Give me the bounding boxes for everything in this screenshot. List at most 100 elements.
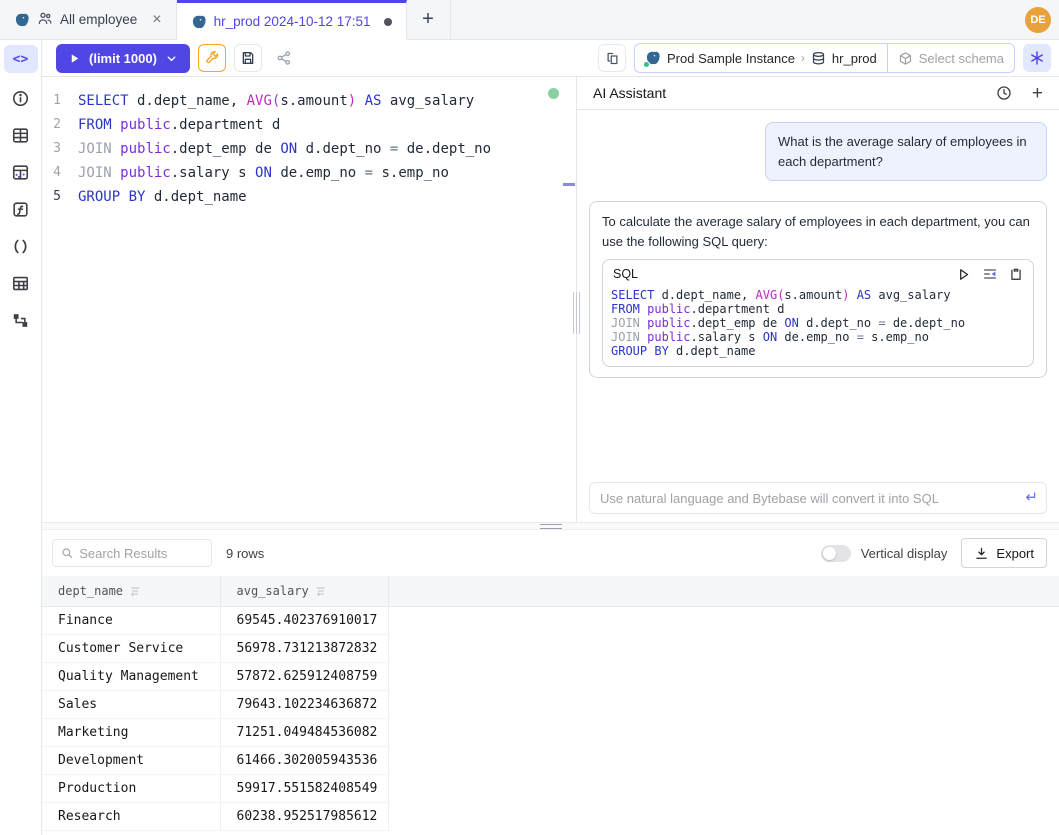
admin-mode-button[interactable] — [198, 44, 226, 72]
tab-hr-prod[interactable]: hr_prod 2024-10-12 17:51 — [177, 0, 407, 40]
table-row[interactable]: Quality Management57872.625912408759 — [42, 662, 1059, 690]
horizontal-resize-handle[interactable] — [540, 524, 562, 529]
app-body: <> (limit 1000) — [0, 40, 1059, 835]
new-tab-button[interactable]: + — [407, 0, 451, 39]
close-icon[interactable]: × — [152, 12, 161, 28]
instance-database-selector[interactable]: Prod Sample Instance › hr_prod — [635, 44, 887, 72]
format-sheet-button[interactable] — [598, 44, 626, 72]
code-card-header: SQL — [603, 260, 1033, 285]
export-button[interactable]: Export — [961, 538, 1047, 568]
vertical-resize-handle[interactable] — [573, 292, 574, 334]
assistant-message-bubble: To calculate the average salary of emplo… — [589, 201, 1047, 378]
copy-icon — [1009, 267, 1023, 281]
editor-line[interactable]: 1SELECT d.dept_name, AVG(s.amount) AS av… — [42, 89, 576, 113]
tab-label: hr_prod 2024-10-12 17:51 — [214, 14, 371, 29]
status-dot-green — [643, 61, 650, 68]
table-row[interactable]: Research60238.952517985612 — [42, 802, 1059, 830]
sheet-list-icon[interactable] — [10, 272, 32, 294]
results-panel: 9 rows Vertical display Export — [42, 530, 1059, 835]
vertical-display-toggle[interactable] — [821, 545, 851, 562]
table-header-row: dept_name avg_salary — [42, 576, 1059, 606]
tab-all-employee[interactable]: All employee × — [0, 0, 177, 39]
editor-code: 1SELECT d.dept_name, AVG(s.amount) AS av… — [42, 89, 576, 209]
sheets-icon — [605, 51, 620, 66]
download-icon — [974, 546, 989, 561]
table-row[interactable]: Sales79643.102234636872 — [42, 690, 1059, 718]
ai-assistant-toggle-button[interactable] — [1023, 44, 1051, 72]
sql-editor[interactable]: 1SELECT d.dept_name, AVG(s.amount) AS av… — [42, 77, 577, 522]
column-header-dept-name[interactable]: dept_name — [42, 576, 220, 606]
function-icon[interactable] — [10, 198, 32, 220]
ai-input-row: ↵ — [589, 482, 1047, 514]
toggle-knob — [823, 547, 836, 560]
code-panel-toggle[interactable]: <> — [4, 45, 38, 73]
ai-prompt-input[interactable] — [589, 482, 1047, 514]
postgres-icon — [645, 50, 661, 66]
schema-table-icon[interactable] — [10, 124, 32, 146]
user-avatar[interactable]: DE — [1025, 7, 1051, 33]
main-content: (limit 1000) — [42, 40, 1059, 835]
tab-bar: All employee × hr_prod 2024-10-12 17:51 … — [0, 0, 1059, 40]
schema-placeholder: Select schema — [919, 51, 1004, 66]
user-message-bubble: What is the average salary of employees … — [765, 122, 1047, 181]
editor-line[interactable]: 2FROM public.department d — [42, 113, 576, 137]
copy-code-button[interactable] — [1009, 267, 1023, 281]
er-diagram-icon[interactable] — [10, 161, 32, 183]
sort-icon[interactable] — [129, 585, 141, 597]
horizontal-divider — [42, 522, 1059, 530]
run-query-button[interactable]: (limit 1000) — [56, 44, 190, 73]
history-button[interactable] — [996, 85, 1012, 101]
snippet-icon[interactable] — [10, 235, 32, 257]
editor-line[interactable]: 4JOIN public.salary s ON de.emp_no = s.e… — [42, 161, 576, 185]
ai-code-line: JOIN public.salary s ON de.emp_no = s.em… — [611, 330, 1025, 344]
results-table: dept_name avg_salary Finance69545.40 — [42, 576, 1059, 835]
ai-code-line: SELECT d.dept_name, AVG(s.amount) AS avg… — [611, 288, 1025, 302]
new-chat-button[interactable]: + — [1032, 84, 1043, 103]
save-icon — [240, 50, 256, 66]
ai-code-line: FROM public.department d — [611, 302, 1025, 316]
postgres-icon — [191, 14, 207, 30]
run-label: (limit 1000) — [89, 51, 157, 66]
table-row[interactable]: Finance69545.402376910017 — [42, 606, 1059, 634]
table-row[interactable]: Customer Service56978.731213872832 — [42, 634, 1059, 662]
ai-code-line: JOIN public.dept_emp de ON d.dept_no = d… — [611, 316, 1025, 330]
ai-code-lines: SELECT d.dept_name, AVG(s.amount) AS avg… — [603, 285, 1033, 366]
table-row[interactable]: Development61466.302005943536 — [42, 746, 1059, 774]
workspace: 1SELECT d.dept_name, AVG(s.amount) AS av… — [42, 77, 1059, 522]
code-card-actions — [956, 266, 1023, 282]
cube-icon — [898, 51, 913, 66]
editor-green-dot-icon — [548, 88, 559, 99]
chevron-down-icon — [165, 52, 178, 65]
vertical-display-label: Vertical display — [861, 546, 948, 561]
postgres-icon — [14, 12, 30, 28]
search-results-box — [52, 539, 212, 567]
info-icon[interactable] — [10, 87, 32, 109]
code-language-label: SQL — [613, 265, 956, 284]
insert-into-editor-button[interactable] — [982, 266, 998, 282]
export-label: Export — [996, 546, 1034, 561]
rail-icons — [10, 87, 32, 331]
clock-icon — [996, 85, 1012, 101]
table-row[interactable]: Marketing71251.049484536082 — [42, 718, 1059, 746]
search-results-input[interactable] — [79, 546, 203, 561]
sort-icon[interactable] — [315, 585, 327, 597]
ai-assistant-panel: AI Assistant + What is the average salar… — [577, 77, 1059, 522]
sql-code-card: SQL SELECT d.dept_name, AVG(s.amount) AS… — [602, 259, 1034, 367]
column-header-avg-salary[interactable]: avg_salary — [220, 576, 388, 606]
run-code-button[interactable] — [956, 267, 971, 282]
save-button[interactable] — [234, 44, 262, 72]
schema-selector[interactable]: Select schema — [887, 44, 1014, 72]
editor-line[interactable]: 5GROUP BY d.dept_name — [42, 185, 576, 209]
share-button[interactable] — [270, 44, 298, 72]
database-icon — [811, 51, 826, 66]
tab-group-icon — [37, 10, 53, 29]
enter-icon: ↵ — [1025, 488, 1038, 506]
scroll-ruler-mark — [563, 183, 575, 186]
openai-icon — [1029, 50, 1045, 66]
ai-assistant-header: AI Assistant + — [577, 77, 1059, 110]
editor-line[interactable]: 3JOIN public.dept_emp de ON d.dept_no = … — [42, 137, 576, 161]
play-outline-icon — [956, 267, 971, 282]
connection-picker: Prod Sample Instance › hr_prod Select sc… — [634, 43, 1015, 73]
table-row[interactable]: Production59917.551582408549 — [42, 774, 1059, 802]
lineage-icon[interactable] — [10, 309, 32, 331]
